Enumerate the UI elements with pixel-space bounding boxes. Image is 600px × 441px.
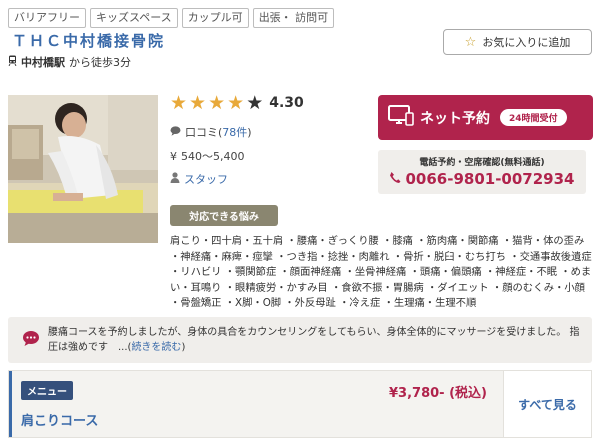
yen-icon: ¥ [170,149,177,163]
supported-concerns-badge: 対応できる悩み [170,205,278,226]
access-time: から徒歩3分 [69,56,131,69]
star-filled-icon: ★ [208,92,226,114]
tag-kids-space: キッズスペース [90,8,178,28]
clinic-photo[interactable] [8,95,158,243]
phone-icon [389,170,401,188]
price-range: 540～5,400 [181,150,245,163]
tag-home-visit: 出張・ 訪問可 [252,8,335,28]
staff-row[interactable]: スタッフ [170,171,228,187]
person-icon [170,172,180,186]
phone-number-row[interactable]: 0066-9801-0072934 [378,170,586,188]
feature-tags: バリアフリー キッズスペース カップル可 出張・ 訪問可 [8,8,335,28]
net-reservation-label: ネット予約 [420,110,490,127]
star-outline-icon: ☆ [464,34,477,50]
station-access: 中村橋駅 から徒歩3分 [8,54,131,70]
menu-chip: メニュー [21,381,73,400]
review-text-block: 腰痛コースを予約しましたが、身体の具合をカウンセリングをしてもらい、身体全体的に… [48,327,580,353]
phone-number[interactable]: 0066-9801-0072934 [405,170,574,188]
net-reservation-button[interactable]: ネット予約 24時間受付 [378,95,593,140]
clinic-name[interactable]: ＴＨＣ中村橋接骨院 [12,30,165,51]
add-favorite-button[interactable]: ☆ お気に入りに追加 [443,29,592,55]
star-filled-icon: ★ [227,92,245,114]
menu-price: ¥3,780- (税込) [389,386,487,401]
speech-bubble-icon [170,125,181,139]
station-name: 中村橋駅 [21,56,65,69]
train-icon [8,55,17,69]
review-count-link[interactable]: 78件 [222,126,247,139]
rating-score: 4.30 [269,95,304,111]
review-label: 口コミ( [185,126,223,139]
price-range-row: ¥ 540～5,400 [170,148,245,164]
phone-caption: 電話予約・空席確認(無料通話) [419,158,545,168]
menu-accent-bar [9,371,12,437]
tag-barrier-free: バリアフリー [8,8,86,28]
read-more-link[interactable]: 続きを読む [131,342,181,353]
see-all-button[interactable]: すべて見る [503,371,591,437]
add-favorite-label: お気に入りに追加 [482,36,571,49]
menu-course-name[interactable]: 肩こりコース [21,410,98,429]
star-filled-icon: ★ [170,92,188,114]
star-filled-icon: ★ [189,92,207,114]
supported-concerns-list: 肩こり・四十肩・五十肩 ・腰痛・ぎっくり腰 ・膝痛 ・筋肉痛・関節痛 ・猫背・体… [170,235,592,309]
computer-icon [388,104,414,131]
menu-card[interactable]: メニュー 肩こりコース ¥3,780- (税込) すべて見る [8,370,592,438]
tag-couple-ok: カップル可 [181,8,249,28]
review-text: 腰痛コースを予約しましたが、身体の具合をカウンセリングをしてもらい、身体全体的に… [48,327,580,353]
staff-link[interactable]: スタッフ [184,171,228,187]
review-count-row: 口コミ(78件) [170,124,252,140]
phone-reservation[interactable]: 電話予約・空席確認(無料通話) 0066-9801-0072934 [378,150,586,194]
chat-bubble-icon [22,330,40,351]
24h-badge: 24時間受付 [500,109,567,126]
star-empty-icon: ★ [246,92,264,114]
rating: ★ ★ ★ ★ ★ 4.30 [170,93,304,113]
review-excerpt: 腰痛コースを予約しましたが、身体の具合をカウンセリングをしてもらい、身体全体的に… [8,317,592,363]
